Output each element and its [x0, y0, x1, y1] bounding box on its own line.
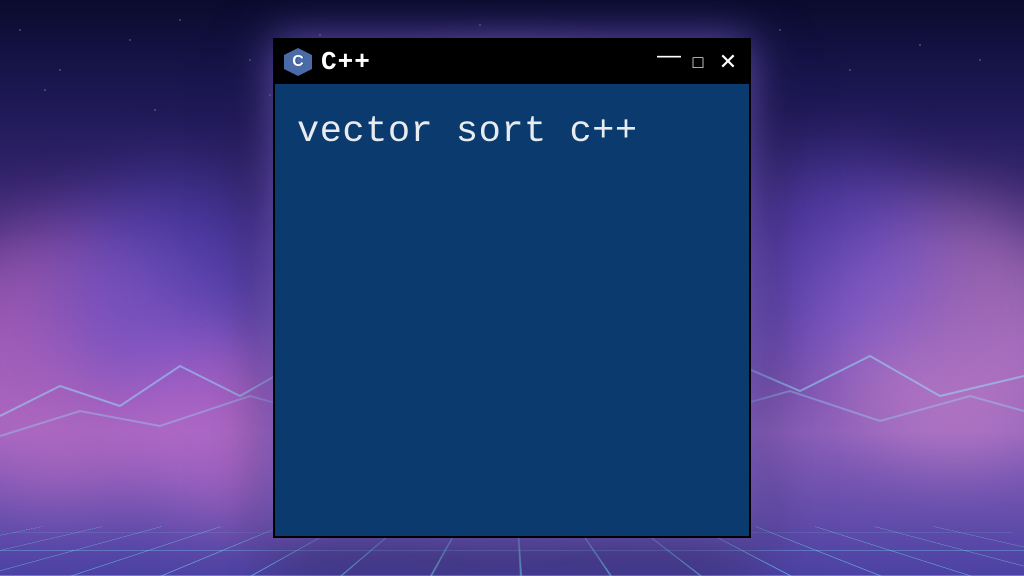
minimize-button[interactable]: —: [657, 44, 679, 68]
maximize-button[interactable]: □: [687, 53, 709, 71]
cpp-icon: [283, 47, 313, 77]
titlebar[interactable]: C++ — □ ✕: [275, 40, 749, 84]
terminal-content[interactable]: vector sort c++: [275, 84, 749, 536]
terminal-window: C++ — □ ✕ vector sort c++: [273, 38, 751, 538]
window-controls: — □ ✕: [657, 50, 739, 74]
window-title: C++: [321, 47, 649, 77]
close-button[interactable]: ✕: [717, 51, 739, 73]
